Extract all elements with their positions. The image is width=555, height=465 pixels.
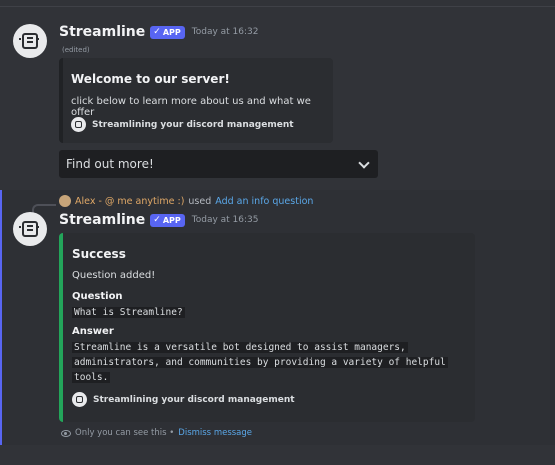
field-value-question: What is Streamline? [72, 305, 185, 320]
ephemeral-notice: Only you can see this • Dismiss message [61, 428, 252, 438]
command-link[interactable]: Add an info question [215, 196, 313, 207]
message-header: Streamline ✓ APP Today at 16:35 [59, 212, 258, 228]
bot-icon [71, 117, 86, 132]
reply-used-label: used [188, 195, 212, 207]
embed-description: click below to learn more about us and w… [71, 96, 311, 118]
username[interactable]: Streamline [59, 24, 145, 40]
field-name-answer: Answer [72, 326, 114, 337]
message: Streamline ✓ APP Today at 16:32 (edited)… [0, 18, 555, 186]
eye-icon [61, 429, 71, 437]
username[interactable]: Streamline [59, 212, 145, 228]
field-name-question: Question [72, 291, 123, 302]
bot-icon [72, 392, 87, 407]
timestamp: Today at 16:35 [191, 215, 259, 225]
chevron-down-icon [356, 156, 372, 172]
bot-icon [19, 221, 39, 237]
field-value-line: tools. [72, 372, 111, 383]
embed-title: Welcome to our server! [71, 72, 230, 86]
embed-footer: Streamlining your discord management [72, 392, 295, 407]
embed: Welcome to our server! click below to le… [59, 58, 333, 143]
dismiss-message-link[interactable]: Dismiss message [178, 428, 252, 438]
timestamp: Today at 16:32 [191, 27, 259, 37]
embed-footer: Streamlining your discord management [71, 117, 294, 132]
command-reply-context: Alex - @ me anytime :) used Add an info … [59, 195, 313, 207]
find-out-more-select[interactable]: Find out more! [59, 150, 378, 178]
avatar[interactable] [59, 195, 71, 207]
select-placeholder: Find out more! [66, 157, 154, 171]
avatar[interactable] [13, 212, 47, 246]
edited-label: (edited) [62, 46, 90, 54]
embed-description: Question added! [72, 270, 156, 281]
ephemeral-text: Only you can see this • [75, 428, 175, 438]
app-badge-label: APP [162, 215, 181, 225]
field-value-answer: Streamline is a versatile bot designed t… [72, 340, 448, 385]
divider [0, 6, 555, 7]
embed: Success Question added! Question What is… [59, 233, 475, 422]
field-value-line: administrators, and communities by provi… [72, 357, 448, 368]
check-icon: ✓ [153, 214, 161, 225]
embed-footer-text: Streamlining your discord management [93, 394, 295, 405]
field-value-line: What is Streamline? [72, 307, 185, 318]
avatar[interactable] [13, 24, 47, 58]
embed-title: Success [72, 247, 126, 261]
app-badge: ✓ APP [150, 213, 185, 227]
app-badge: ✓ APP [150, 25, 185, 39]
message-header: Streamline ✓ APP Today at 16:32 [59, 24, 258, 40]
embed-footer-text: Streamlining your discord management [92, 119, 294, 130]
app-badge-label: APP [162, 27, 181, 37]
reply-username[interactable]: Alex - @ me anytime :) [75, 196, 184, 207]
bot-icon [19, 33, 39, 49]
check-icon: ✓ [153, 26, 161, 37]
message: Alex - @ me anytime :) used Add an info … [0, 190, 555, 445]
field-value-line: Streamline is a versatile bot designed t… [72, 342, 408, 353]
